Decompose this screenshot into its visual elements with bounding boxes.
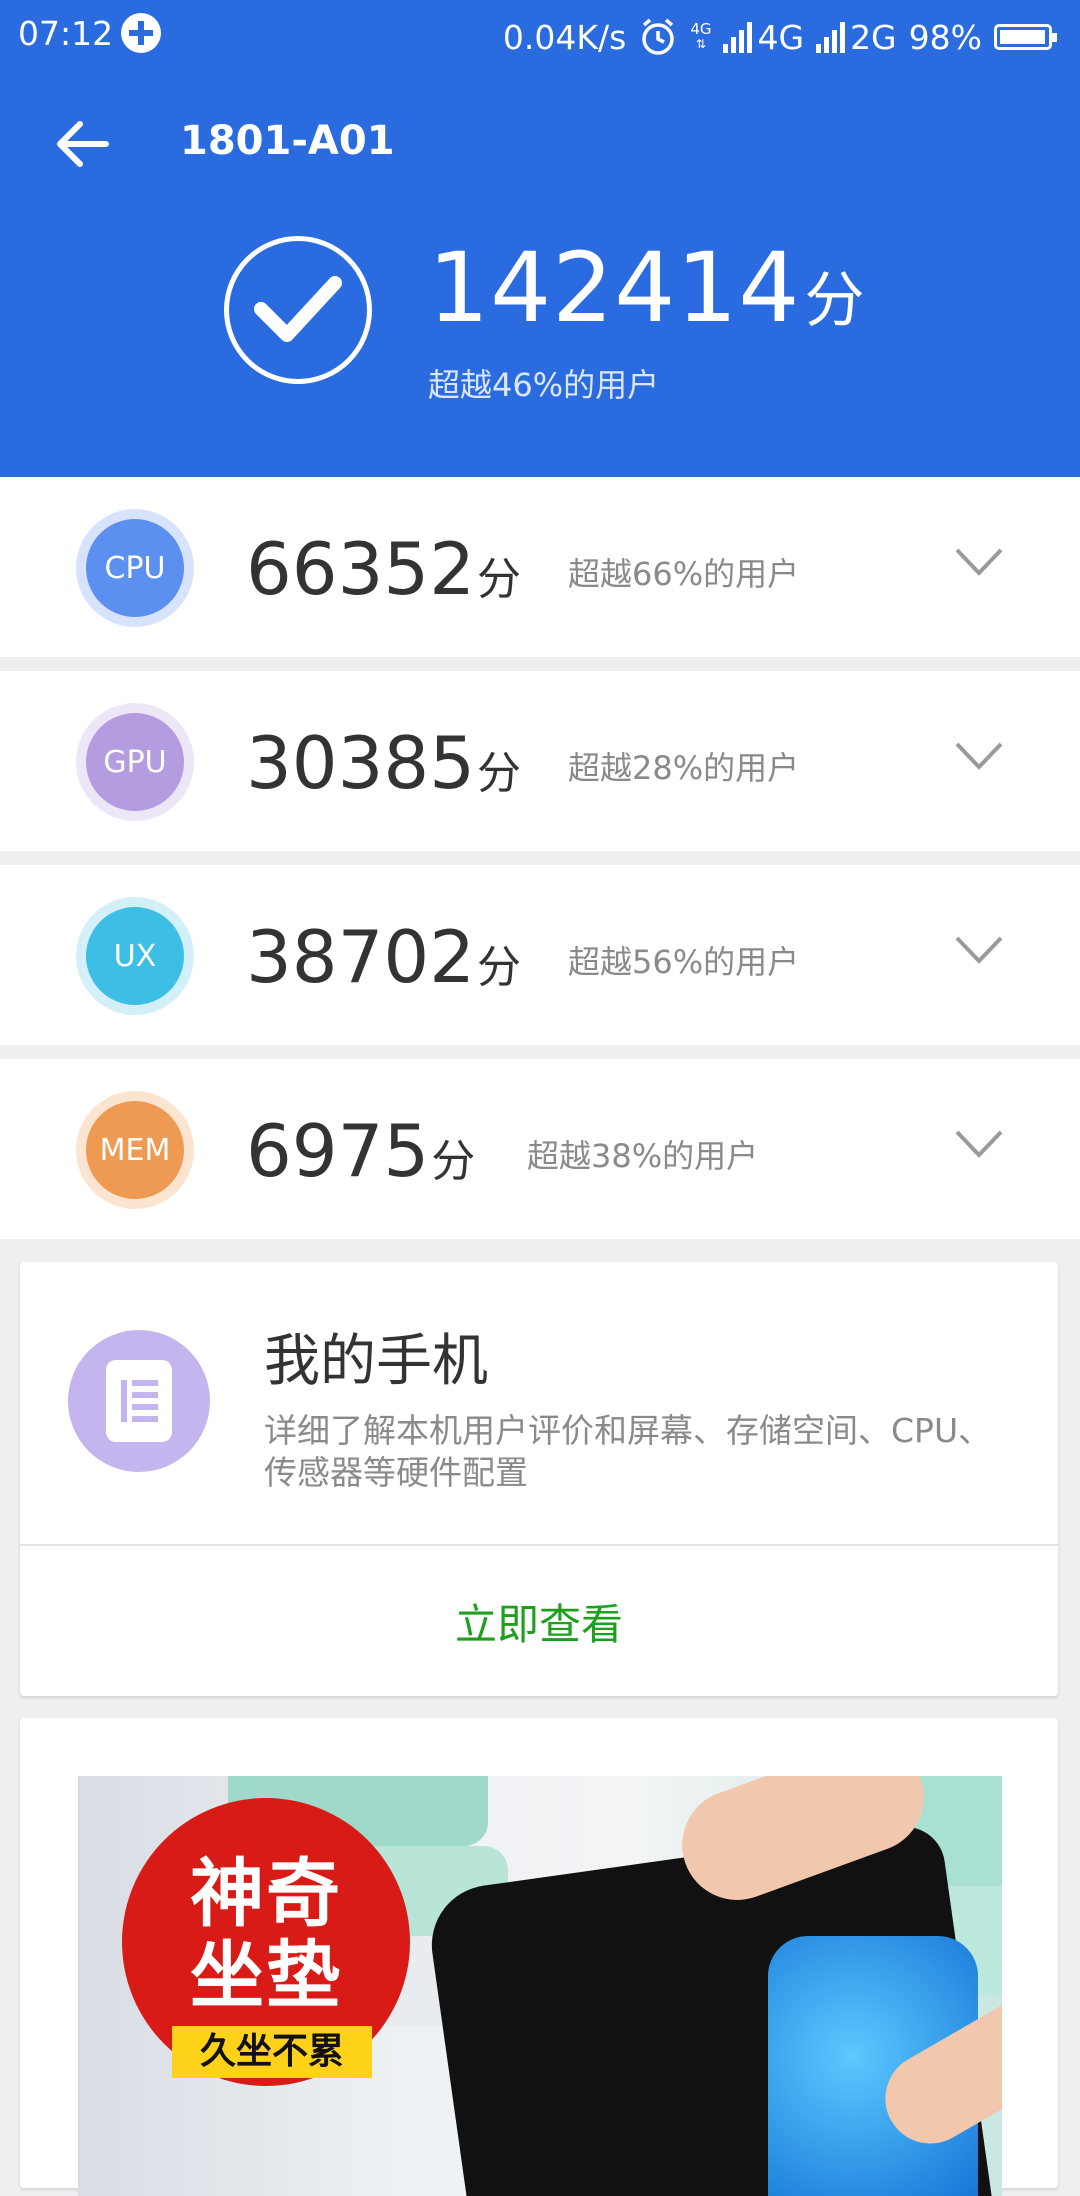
signal-icon: [816, 21, 848, 53]
gpu-badge: GPU: [76, 703, 194, 821]
mem-score: 6975 分: [246, 1109, 475, 1193]
ux-score: 38702 分: [246, 915, 521, 999]
signal2-label: 2G: [850, 17, 897, 57]
status-time: 07:12: [18, 14, 114, 53]
ad-tagline: 久坐不累: [172, 2026, 372, 2078]
status-right: 0.04K/s 4G ⇅ 4G 2G 98%: [491, 14, 1057, 60]
score-row-ux[interactable]: UX 38702 分 超越56%的用户: [0, 865, 1080, 1045]
chevron-down-icon[interactable]: [954, 739, 1004, 773]
ux-rank: 超越56%的用户: [568, 943, 800, 981]
chevron-down-icon[interactable]: [954, 933, 1004, 967]
ad-badge: 神奇 坐垫 久坐不累: [122, 1798, 410, 2086]
battery-percent: 98%: [908, 17, 982, 57]
ux-score-unit: 分: [477, 942, 522, 993]
my-phone-card: 我的手机 详细了解本机用户评价和屏幕、存储空间、CPU、传感器等硬件配置 立即查…: [20, 1262, 1058, 1696]
mem-score-unit: 分: [431, 1136, 476, 1187]
total-score: 142414 分: [428, 232, 864, 344]
cpu-score: 66352 分: [246, 527, 521, 611]
total-score-unit: 分: [804, 266, 865, 336]
mem-badge: MEM: [76, 1091, 194, 1209]
total-rank: 超越46%的用户: [428, 366, 660, 404]
gpu-score-unit: 分: [477, 748, 522, 799]
battery-icon: [994, 24, 1057, 50]
alarm-icon: [642, 18, 675, 55]
data-4g-label: 4G: [690, 20, 712, 38]
score-row-gpu[interactable]: GPU 30385 分 超越28%的用户: [0, 671, 1080, 851]
score-row-mem[interactable]: MEM 6975 分 超越38%的用户: [0, 1059, 1080, 1239]
my-phone-title: 我的手机: [264, 1329, 488, 1394]
score-row-cpu[interactable]: CPU 66352 分 超越66%的用户: [0, 477, 1080, 657]
signal-icon: [723, 21, 755, 53]
chevron-down-icon[interactable]: [954, 545, 1004, 579]
mem-rank: 超越38%的用户: [527, 1137, 759, 1175]
ad-card[interactable]: 神奇 坐垫 久坐不累: [20, 1718, 1058, 2196]
mem-badge-label: MEM: [86, 1101, 184, 1199]
gpu-rank: 超越28%的用户: [568, 749, 800, 787]
device-title: 1801-A01: [180, 118, 395, 164]
document-icon: [68, 1330, 210, 1472]
header: 07:12 0.04K/s 4G ⇅ 4G 2G 98% 1801-A01 14…: [0, 0, 1080, 477]
cpu-badge: CPU: [76, 509, 194, 627]
total-score-value: 142414: [428, 232, 801, 344]
ad-headline-2: 坐垫: [190, 1933, 342, 2019]
gpu-badge-label: GPU: [86, 713, 184, 811]
ux-badge-label: UX: [86, 907, 184, 1005]
my-phone-description: 详细了解本机用户评价和屏幕、存储空间、CPU、传感器等硬件配置: [264, 1411, 992, 1492]
gpu-score-value: 30385: [246, 721, 476, 805]
data-4g-icon: 4G ⇅: [690, 20, 712, 52]
cpu-score-value: 66352: [246, 527, 476, 611]
cpu-score-unit: 分: [477, 554, 522, 605]
ux-badge: UX: [76, 897, 194, 1015]
network-speed: 0.04K/s: [502, 17, 627, 57]
mem-score-value: 6975: [246, 1109, 430, 1193]
ad-image[interactable]: 神奇 坐垫 久坐不累: [78, 1776, 1002, 2196]
chevron-down-icon[interactable]: [954, 1127, 1004, 1161]
status-bar: 07:12 0.04K/s 4G ⇅ 4G 2G 98%: [0, 0, 1080, 74]
back-arrow-icon[interactable]: [52, 114, 112, 174]
gpu-score: 30385 分: [246, 721, 521, 805]
signal1-label: 4G: [757, 17, 805, 57]
cpu-badge-label: CPU: [86, 519, 184, 617]
ux-score-value: 38702: [246, 915, 476, 999]
check-circle-icon: [224, 236, 372, 384]
cpu-rank: 超越66%的用户: [568, 555, 800, 593]
plus-circle-icon: [121, 13, 161, 53]
view-now-button[interactable]: 立即查看: [20, 1546, 1058, 1696]
